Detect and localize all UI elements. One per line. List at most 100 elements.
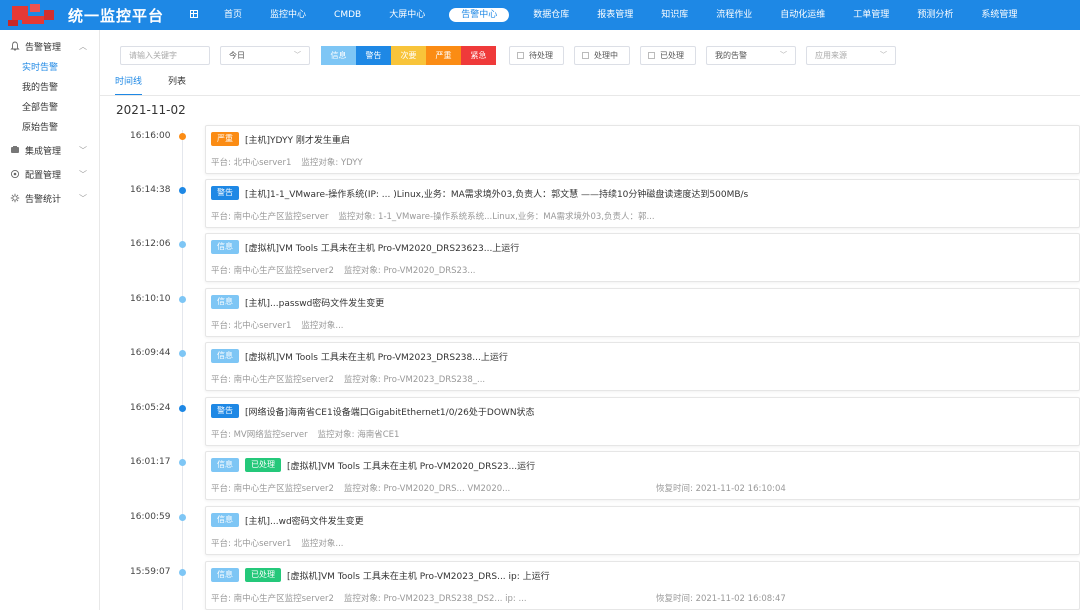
timeline-dot — [179, 350, 186, 357]
alert-meta: 平台: 北中心server1 监控对象... — [211, 319, 354, 331]
alert-object: 监控对象... — [301, 539, 344, 549]
nav-system[interactable]: 系统管理 — [967, 0, 1031, 30]
alert-meta: 平台: MV网络监控server 监控对象: 海南省CE1 — [211, 428, 409, 440]
top-nav-bar: 统一监控平台 首页 监控中心 CMDB 大屏中心 告警中心 数据仓库 报表管理 … — [0, 0, 1080, 30]
alert-card[interactable]: 信息 [虚拟机]VM Tools 工具未在主机 Pro-VM2023_DRS238… — [205, 342, 1080, 391]
filter-bar: 请输入关键字 今日 ﹀ 信息 警告 次要 严重 紧急 待处理 处理中 已处理 我… — [120, 45, 896, 65]
nav-automation[interactable]: 自动化运维 — [766, 0, 839, 30]
alert-object: 监控对象: Pro-VM2023_DRS238_DS2... ip: ... — [343, 594, 527, 604]
my-alerts-select[interactable]: 我的告警 ﹀ — [706, 45, 796, 65]
logo-icon — [8, 2, 66, 28]
chevron-down-icon: ﹀ — [880, 50, 887, 59]
checkbox-label: 待处理 — [529, 50, 553, 60]
nav-workflow[interactable]: 流程作业 — [702, 0, 766, 30]
alert-title-row: 警告 [网络设备]海南省CE1设备端口GigabitEthernet1/0/26处… — [211, 404, 535, 418]
alert-platform: 平台: 北中心server1 — [211, 321, 292, 331]
divider — [100, 95, 1080, 96]
entry-time: 16:14:38 — [130, 185, 171, 195]
timeline-entry: 16:12:06 信息 [虚拟机]VM Tools 工具未在主机 Pro-VM202… — [100, 233, 1080, 287]
level-warning-button[interactable]: 警告 — [356, 45, 391, 65]
sidebar-group-integration[interactable]: 集成管理 ﹀ — [0, 138, 99, 162]
app-source-select[interactable]: 应用来源 ﹀ — [806, 45, 896, 65]
alert-object: 监控对象: Pro-VM2023_DRS238_... — [343, 375, 486, 385]
status-processed-checkbox[interactable]: 已处理 — [640, 45, 696, 65]
alert-platform: 平台: 北中心server1 — [211, 158, 292, 168]
checkbox-label: 已处理 — [660, 50, 684, 60]
integration-icon — [10, 145, 20, 155]
status-processing-checkbox[interactable]: 处理中 — [574, 45, 630, 65]
level-info-button[interactable]: 信息 — [321, 45, 356, 65]
alert-platform: 平台: 南中心生产区监控server2 — [211, 266, 334, 276]
main-content: 请输入关键字 今日 ﹀ 信息 警告 次要 严重 紧急 待处理 处理中 已处理 我… — [100, 30, 1080, 610]
alert-platform: 平台: 北中心server1 — [211, 539, 292, 549]
alert-object: 监控对象: Pro-VM2020_DRS23... — [343, 266, 476, 276]
nav-data-warehouse[interactable]: 数据仓库 — [519, 0, 583, 30]
nav-knowledge-base[interactable]: 知识库 — [647, 0, 702, 30]
alert-card[interactable]: 信息 [主机]...passwd密码文件发生变更 平台: 北中心server1 监控对… — [205, 288, 1080, 337]
sidebar-group-alert-management[interactable]: 告警管理 ︿ — [0, 34, 99, 58]
alert-card[interactable]: 警告 [网络设备]海南省CE1设备端口GigabitEthernet1/0/26处… — [205, 397, 1080, 446]
nav-reports[interactable]: 报表管理 — [583, 0, 647, 30]
alert-title-row: 信息 已处理 [虚拟机]VM Tools 工具未在主机 Pro-VM2023_DRS… — [211, 568, 550, 582]
alert-card[interactable]: 警告 [主机]1-1_VMware-操作系统(IP: ... )Linux,业务：… — [205, 179, 1080, 228]
nav-tickets[interactable]: 工单管理 — [839, 0, 903, 30]
alert-platform: 平台: 南中心生产区监控server — [211, 212, 329, 222]
nav-screen-center[interactable]: 大屏中心 — [375, 0, 439, 30]
level-badge: 信息 — [211, 349, 239, 363]
alert-card[interactable]: 信息 [主机]...wd密码文件发生变更平台: 北中心server1 监控对象... — [205, 506, 1080, 555]
alert-platform: 平台: 南中心生产区监控server2 — [211, 484, 334, 494]
alert-meta: 平台: 南中心生产区监控server2 监控对象: Pro-VM2020_DRS2… — [211, 264, 485, 276]
restore-time: 恢复时间: 2021-11-02 16:10:04 — [656, 484, 786, 494]
sidebar-group-alert-stats[interactable]: 告警统计 ﹀ — [0, 186, 99, 210]
timeline-date: 2021-11-02 — [116, 103, 186, 117]
level-badge: 警告 — [211, 404, 239, 418]
alert-meta: 平台: 南中心生产区监控server2 监控对象: Pro-VM2023_DRS2… — [211, 373, 495, 385]
nav-alert-center[interactable]: 告警中心 — [439, 0, 519, 30]
nav-home[interactable]: 首页 — [210, 0, 256, 30]
level-critical-button[interactable]: 紧急 — [461, 45, 496, 65]
alert-title: [主机]...wd密码文件发生变更 — [245, 516, 364, 527]
entry-time: 16:10:10 — [130, 294, 171, 304]
level-badge: 信息 — [211, 513, 239, 527]
alert-card[interactable]: 信息 已处理 [虚拟机]VM Tools 工具未在主机 Pro-VM2023_DRS… — [205, 561, 1080, 610]
alert-title: [网络设备]海南省CE1设备端口GigabitEthernet1/0/26处于D… — [245, 407, 535, 418]
sidebar-group-config[interactable]: 配置管理 ﹀ — [0, 162, 99, 186]
tab-timeline[interactable]: 时间线 — [115, 74, 143, 96]
timeline-entry: 16:16:00 严重 [主机]YDYY 刚才发生重启 平台: 北中心server1 监… — [100, 125, 1080, 179]
nav-cmdb[interactable]: CMDB — [320, 0, 375, 30]
alert-title: [主机]1-1_VMware-操作系统(IP: ... )Linux,业务：MA… — [245, 189, 749, 200]
nav-monitor-center[interactable]: 监控中心 — [256, 0, 320, 30]
tab-list[interactable]: 列表 — [168, 74, 186, 96]
period-select[interactable]: 今日 ﹀ — [220, 45, 310, 65]
level-severe-button[interactable]: 严重 — [426, 45, 461, 65]
timeline-entry: 16:14:38 警告 [主机]1-1_VMware-操作系统(IP: ... )L… — [100, 179, 1080, 233]
timeline-entry: 16:09:44 信息 [虚拟机]VM Tools 工具未在主机 Pro-VM202… — [100, 342, 1080, 396]
chevron-down-icon: ﹀ — [79, 193, 87, 203]
timeline-dot — [179, 514, 186, 521]
nav-prediction[interactable]: 预测分析 — [903, 0, 967, 30]
sidebar-item-raw-alerts[interactable]: 原始告警 — [0, 118, 99, 138]
checkbox-label: 处理中 — [594, 50, 618, 60]
status-pending-checkbox[interactable]: 待处理 — [509, 45, 564, 65]
alert-title-row: 信息 [主机]...passwd密码文件发生变更 — [211, 295, 384, 309]
alert-card[interactable]: 信息 已处理 [虚拟机]VM Tools 工具未在主机 Pro-VM2020_DRS… — [205, 451, 1080, 500]
app-logo[interactable]: 统一监控平台 — [0, 0, 190, 30]
keyword-search-input[interactable]: 请输入关键字 — [120, 45, 210, 65]
alert-title: [主机]...passwd密码文件发生变更 — [245, 298, 385, 309]
alert-meta: 平台: 北中心server1 监控对象... — [211, 537, 354, 549]
nav-apps-grid[interactable] — [190, 0, 210, 30]
view-tabs: 时间线 列表 — [115, 74, 212, 96]
alert-title-row: 信息 [虚拟机]VM Tools 工具未在主机 Pro-VM2023_DRS238… — [211, 349, 508, 363]
sidebar-item-my-alerts[interactable]: 我的告警 — [0, 78, 99, 98]
level-badge: 信息 — [211, 458, 239, 472]
sidebar-item-realtime-alerts[interactable]: 实时告警 — [0, 58, 99, 78]
alert-card[interactable]: 信息 [虚拟机]VM Tools 工具未在主机 Pro-VM2020_DRS236… — [205, 233, 1080, 282]
level-minor-button[interactable]: 次要 — [391, 45, 426, 65]
alert-title: [虚拟机]VM Tools 工具未在主机 Pro-VM2023_DRS238..… — [245, 352, 508, 363]
timeline-dot — [179, 296, 186, 303]
timeline-entry: 16:05:24 警告 [网络设备]海南省CE1设备端口GigabitEtherne… — [100, 397, 1080, 451]
sidebar-item-all-alerts[interactable]: 全部告警 — [0, 98, 99, 118]
entry-time: 15:59:07 — [130, 567, 171, 577]
alert-card[interactable]: 严重 [主机]YDYY 刚才发生重启 平台: 北中心server1 监控对象: YDY… — [205, 125, 1080, 174]
alert-title-row: 严重 [主机]YDYY 刚才发生重启 — [211, 132, 350, 146]
